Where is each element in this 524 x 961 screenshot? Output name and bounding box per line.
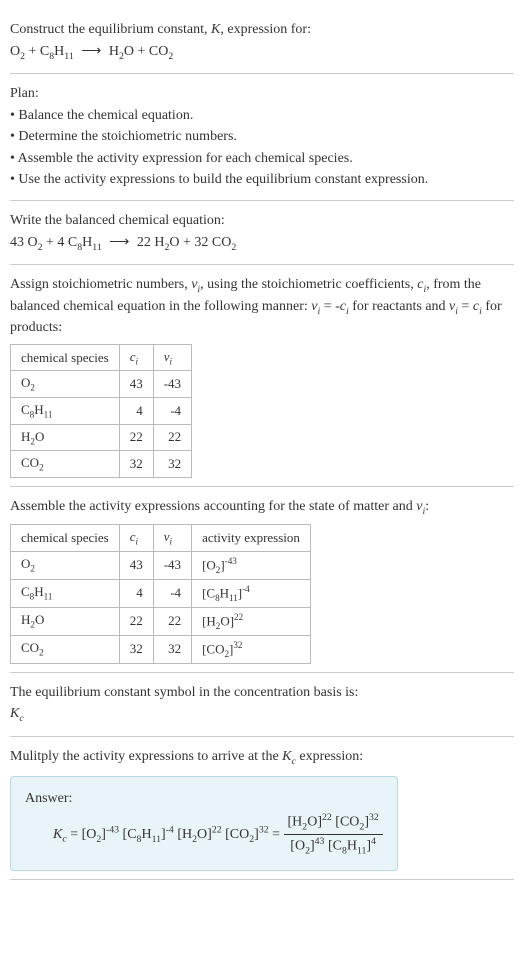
table-row: H2O 22 22 bbox=[11, 424, 192, 451]
activity-table: chemical species ci νi activity expressi… bbox=[10, 524, 311, 663]
nui-cell: -4 bbox=[153, 397, 191, 424]
stoich-section: Assign stoichiometric numbers, νi, using… bbox=[10, 265, 514, 487]
nui-cell: 22 bbox=[153, 424, 191, 451]
nui-cell: 32 bbox=[153, 635, 191, 663]
term-h2o: [H2O]22 bbox=[174, 827, 222, 842]
coef-o2: 43 O2 bbox=[10, 235, 43, 250]
table-header-row: chemical species ci νi bbox=[11, 344, 192, 371]
plan-bullet-4: • Use the activity expressions to build … bbox=[10, 170, 514, 190]
unbalanced-equation: O2 + C8H11 ⟶ H2O + CO2 bbox=[10, 42, 514, 64]
fraction-numerator: [H2O]22 [CO2]32 bbox=[284, 811, 383, 835]
species-cell: O2 bbox=[11, 371, 120, 398]
term-co2: [CO2]32 bbox=[222, 827, 269, 842]
activity-cell: [C8H11]-4 bbox=[192, 579, 311, 607]
nui-cell: -43 bbox=[153, 371, 191, 398]
nui-cell: 22 bbox=[153, 607, 191, 635]
reaction-arrow-icon: ⟶ bbox=[77, 42, 105, 62]
col-activity: activity expression bbox=[192, 525, 311, 552]
ci-cell: 32 bbox=[119, 451, 153, 478]
answer-expression: Kc = [O2]-43 [C8H11]-4 [H2O]22 [CO2]32 =… bbox=[25, 811, 383, 858]
fraction-denominator: [O2]43 [C8H11]4 bbox=[284, 835, 383, 858]
col-species: chemical species bbox=[11, 344, 120, 371]
ci-cell: 4 bbox=[119, 397, 153, 424]
activity-cell: [O2]-43 bbox=[192, 551, 311, 579]
fraction: [H2O]22 [CO2]32 [O2]43 [C8H11]4 bbox=[284, 811, 383, 858]
species-cell: H2O bbox=[11, 607, 120, 635]
activity-cell: [H2O]22 bbox=[192, 607, 311, 635]
prompt-line: Construct the equilibrium constant, K, e… bbox=[10, 20, 514, 40]
prompt-section: Construct the equilibrium constant, K, e… bbox=[10, 10, 514, 74]
plan-bullet-2: • Determine the stoichiometric numbers. bbox=[10, 127, 514, 147]
reactant-o2: O2 bbox=[10, 44, 25, 59]
col-ci: ci bbox=[119, 525, 153, 552]
species-cell: CO2 bbox=[11, 451, 120, 478]
table-row: O2 43 -43 bbox=[11, 371, 192, 398]
prompt-K: K bbox=[211, 22, 220, 37]
answer-label: Answer: bbox=[25, 789, 383, 809]
table-row: C8H11 4 -4 [C8H11]-4 bbox=[11, 579, 311, 607]
col-nui: νi bbox=[153, 525, 191, 552]
stoich-intro: Assign stoichiometric numbers, νi, using… bbox=[10, 275, 514, 338]
table-header-row: chemical species ci νi activity expressi… bbox=[11, 525, 311, 552]
plan-section: Plan: • Balance the chemical equation. •… bbox=[10, 74, 514, 201]
ci-cell: 4 bbox=[119, 579, 153, 607]
table-row: CO2 32 32 [CO2]32 bbox=[11, 635, 311, 663]
multiply-section: Mulitply the activity expressions to arr… bbox=[10, 737, 514, 880]
prompt-pre: Construct the equilibrium constant, bbox=[10, 22, 211, 37]
coef-c8h11: + 4 C8H11 bbox=[43, 235, 102, 250]
reaction-arrow-icon: ⟶ bbox=[105, 233, 133, 253]
species-cell: CO2 bbox=[11, 635, 120, 663]
answer-box: Answer: Kc = [O2]-43 [C8H11]-4 [H2O]22 [… bbox=[10, 776, 398, 871]
reactant-c8h11: + C8H11 bbox=[25, 44, 74, 59]
col-ci: ci bbox=[119, 344, 153, 371]
table-row: C8H11 4 -4 bbox=[11, 397, 192, 424]
symbol-section: The equilibrium constant symbol in the c… bbox=[10, 673, 514, 737]
product-h2o: H2O + CO2 bbox=[109, 44, 173, 59]
coef-h2o: 22 H2O + 32 CO2 bbox=[137, 235, 236, 250]
term-o2: [O2]-43 bbox=[82, 827, 119, 842]
nui-cell: 32 bbox=[153, 451, 191, 478]
activity-intro: Assemble the activity expressions accoun… bbox=[10, 497, 514, 519]
col-species: chemical species bbox=[11, 525, 120, 552]
plan-title: Plan: bbox=[10, 84, 514, 104]
symbol-kc: Kc bbox=[10, 704, 514, 726]
species-cell: O2 bbox=[11, 551, 120, 579]
stoich-table: chemical species ci νi O2 43 -43 C8H11 4… bbox=[10, 344, 192, 478]
activity-cell: [CO2]32 bbox=[192, 635, 311, 663]
ci-cell: 22 bbox=[119, 424, 153, 451]
table-row: O2 43 -43 [O2]-43 bbox=[11, 551, 311, 579]
prompt-post: , expression for: bbox=[220, 22, 311, 37]
ci-cell: 22 bbox=[119, 607, 153, 635]
balanced-title: Write the balanced chemical equation: bbox=[10, 211, 514, 231]
nui-cell: -4 bbox=[153, 579, 191, 607]
table-row: H2O 22 22 [H2O]22 bbox=[11, 607, 311, 635]
table-row: CO2 32 32 bbox=[11, 451, 192, 478]
species-cell: C8H11 bbox=[11, 579, 120, 607]
plan-bullet-1: • Balance the chemical equation. bbox=[10, 106, 514, 126]
activity-section: Assemble the activity expressions accoun… bbox=[10, 487, 514, 673]
col-nui: νi bbox=[153, 344, 191, 371]
ci-cell: 43 bbox=[119, 551, 153, 579]
species-cell: C8H11 bbox=[11, 397, 120, 424]
balanced-section: Write the balanced chemical equation: 43… bbox=[10, 201, 514, 265]
species-cell: H2O bbox=[11, 424, 120, 451]
balanced-equation: 43 O2 + 4 C8H11 ⟶ 22 H2O + 32 CO2 bbox=[10, 233, 514, 255]
ci-cell: 43 bbox=[119, 371, 153, 398]
multiply-intro: Mulitply the activity expressions to arr… bbox=[10, 747, 514, 769]
term-c8h11: [C8H11]-4 bbox=[119, 827, 174, 842]
symbol-intro: The equilibrium constant symbol in the c… bbox=[10, 683, 514, 703]
plan-bullet-3: • Assemble the activity expression for e… bbox=[10, 149, 514, 169]
ci-cell: 32 bbox=[119, 635, 153, 663]
nui-cell: -43 bbox=[153, 551, 191, 579]
